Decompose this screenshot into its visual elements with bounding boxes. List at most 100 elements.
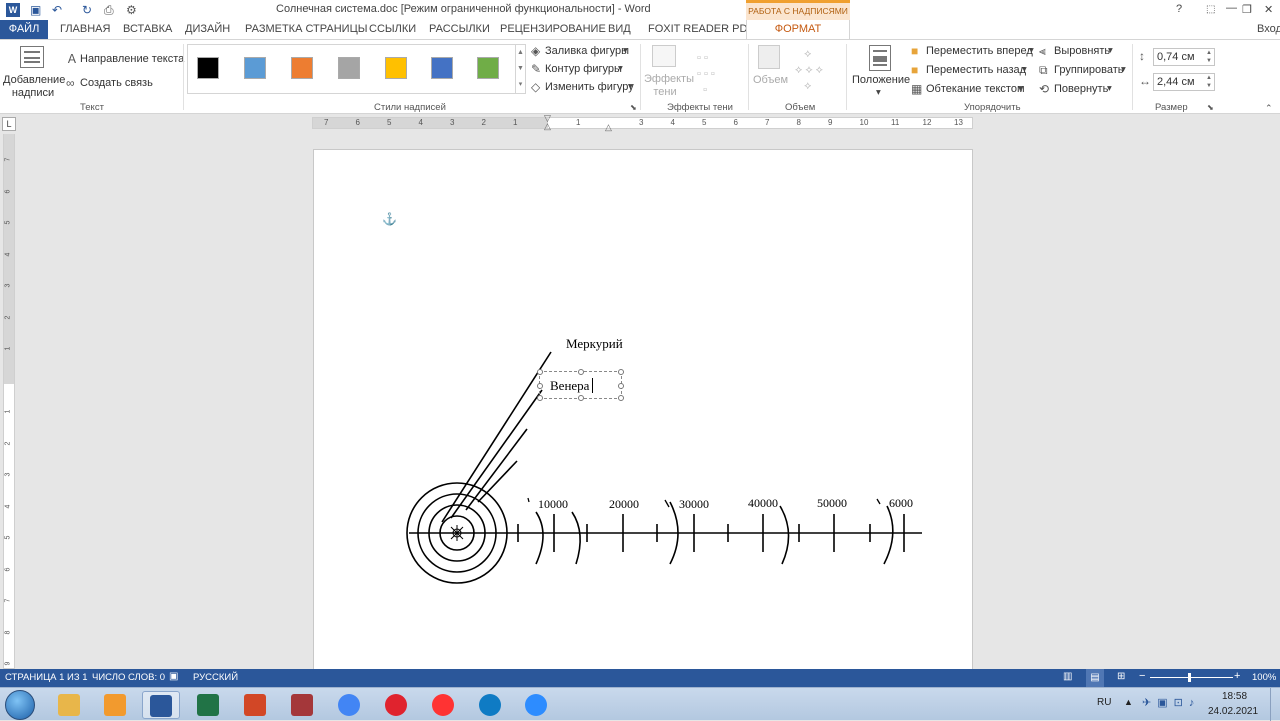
- style-swatch-black[interactable]: [197, 57, 219, 79]
- language-indicator[interactable]: RU: [1097, 697, 1111, 708]
- zoom-slider[interactable]: [1150, 673, 1233, 682]
- tab-foxit[interactable]: FOXIT READER PDF: [648, 20, 754, 39]
- gallery-scroll[interactable]: ▲ ▼ ▾: [515, 45, 525, 93]
- volume-icon[interactable]: [758, 45, 780, 69]
- print-preview-icon[interactable]: ⎙: [104, 4, 114, 16]
- textbox-venus[interactable]: Венера: [537, 369, 624, 401]
- position-icon[interactable]: [869, 45, 891, 71]
- tab-home[interactable]: ГЛАВНАЯ: [60, 20, 110, 39]
- wrap-text-button[interactable]: Обтекание текстом: [926, 83, 1025, 95]
- style-swatch-green[interactable]: [477, 57, 499, 79]
- language[interactable]: РУССКИЙ: [193, 672, 238, 683]
- add-textbox-button[interactable]: Добавление надписи: [3, 74, 65, 100]
- help-icon[interactable]: ?: [1176, 3, 1182, 15]
- proofing-icon[interactable]: ▣: [169, 671, 178, 682]
- tab-mailings[interactable]: РАССЫЛКИ: [429, 20, 490, 39]
- position-button[interactable]: Положение: [852, 74, 910, 86]
- zoom-in-icon[interactable]: +: [1234, 670, 1240, 682]
- resize-handle[interactable]: [537, 395, 543, 401]
- page[interactable]: ⚓ Меркурий Венера 10000 20000 30000 4000…: [313, 149, 973, 679]
- taskbar-chrome-icon[interactable]: [330, 691, 368, 719]
- customize-icon[interactable]: ⚙: [126, 4, 137, 16]
- tab-references[interactable]: ССЫЛКИ: [369, 20, 416, 39]
- ribbon-display-icon[interactable]: ⬚: [1206, 4, 1215, 15]
- resize-handle[interactable]: [618, 369, 624, 375]
- restore-icon[interactable]: ❐: [1242, 3, 1252, 16]
- taskbar-media-player-icon[interactable]: [96, 691, 134, 719]
- save-icon[interactable]: ▣: [30, 4, 41, 16]
- signin-link[interactable]: Вход: [1257, 20, 1280, 39]
- zoom-level[interactable]: 100%: [1252, 672, 1276, 683]
- taskbar-zoom-icon[interactable]: [517, 691, 555, 719]
- add-textbox-icon[interactable]: [20, 46, 44, 68]
- tab-selector-icon[interactable]: L: [2, 117, 16, 131]
- resize-handle[interactable]: [537, 383, 543, 389]
- read-mode-icon[interactable]: ▥: [1063, 671, 1072, 682]
- horizontal-ruler[interactable]: 7 6 5 4 3 2 1 1 3 4 5 6 7 8 9 10 11 12 13: [312, 117, 973, 129]
- shape-fill-button[interactable]: Заливка фигуры: [545, 45, 629, 57]
- shape-outline-button[interactable]: Контур фигуры: [545, 63, 622, 75]
- align-button[interactable]: Выровнять: [1054, 45, 1110, 57]
- tray-expand-icon[interactable]: ▲: [1124, 697, 1133, 707]
- height-input[interactable]: 0,74 см ▲ ▼: [1153, 48, 1215, 66]
- tab-file[interactable]: ФАЙЛ: [0, 20, 48, 39]
- zoom-out-icon[interactable]: −: [1139, 670, 1145, 682]
- style-swatch-blue[interactable]: [244, 57, 266, 79]
- tab-insert[interactable]: ВСТАВКА: [123, 20, 172, 39]
- style-swatch-gray[interactable]: [338, 57, 360, 79]
- style-swatch-orange[interactable]: [291, 57, 313, 79]
- group-button[interactable]: Группировать: [1054, 64, 1124, 76]
- page-count[interactable]: СТРАНИЦА 1 ИЗ 1: [5, 672, 88, 683]
- taskbar-yandex-icon[interactable]: [424, 691, 462, 719]
- word-app-icon[interactable]: W: [6, 3, 20, 17]
- text-direction-button[interactable]: Направление текста: [80, 53, 184, 65]
- resize-handle[interactable]: [618, 395, 624, 401]
- show-desktop-button[interactable]: [1270, 688, 1280, 721]
- resize-handle[interactable]: [578, 369, 584, 375]
- minimize-icon[interactable]: —: [1226, 2, 1237, 14]
- undo-icon[interactable]: ↶: [52, 4, 62, 16]
- taskbar-powerpoint-icon[interactable]: [236, 691, 274, 719]
- indent-marker-icon[interactable]: ▽ △: [544, 114, 551, 131]
- resize-handle[interactable]: [618, 383, 624, 389]
- start-button[interactable]: [5, 690, 35, 720]
- resize-handle[interactable]: [578, 395, 584, 401]
- taskbar-edge-icon[interactable]: [471, 691, 509, 719]
- shadow-effects-icon[interactable]: [652, 45, 676, 67]
- redo-icon[interactable]: ↻: [82, 4, 92, 16]
- tray-icons[interactable]: ✈▣⊡♪: [1142, 696, 1200, 709]
- zoom-slider-thumb[interactable]: [1188, 673, 1191, 682]
- style-swatch-gold[interactable]: [385, 57, 407, 79]
- styles-dialog-launcher-icon[interactable]: ⬊: [630, 102, 637, 114]
- rotate-button[interactable]: Повернуть: [1054, 83, 1108, 95]
- clock-time[interactable]: 18:58: [1222, 691, 1247, 702]
- vertical-ruler[interactable]: 7 6 5 4 3 2 1 1 2 3 4 5 6 7 8 9: [0, 134, 20, 669]
- taskbar-word-icon[interactable]: [142, 691, 180, 719]
- create-link-button[interactable]: Создать связь: [80, 77, 153, 89]
- right-indent-icon[interactable]: △: [605, 122, 612, 133]
- taskbar-opera-icon[interactable]: [377, 691, 415, 719]
- collapse-ribbon-icon[interactable]: ⌃: [1265, 102, 1273, 114]
- clock-date[interactable]: 24.02.2021: [1208, 706, 1258, 717]
- word-count[interactable]: ЧИСЛО СЛОВ: 0: [92, 672, 165, 683]
- web-layout-icon[interactable]: ⊞: [1117, 671, 1125, 682]
- taskbar-explorer-icon[interactable]: [50, 691, 88, 719]
- width-input[interactable]: 2,44 см ▲ ▼: [1153, 73, 1215, 91]
- print-layout-icon[interactable]: ▤: [1086, 669, 1104, 687]
- width-stepper-icon[interactable]: ▲ ▼: [1206, 74, 1212, 90]
- bring-forward-button[interactable]: Переместить вперед: [926, 45, 1033, 57]
- tab-view[interactable]: ВИД: [608, 20, 631, 39]
- tab-design[interactable]: ДИЗАЙН: [185, 20, 230, 39]
- style-swatch-darkblue[interactable]: [431, 57, 453, 79]
- close-icon[interactable]: ✕: [1264, 3, 1273, 16]
- resize-handle[interactable]: [537, 369, 543, 375]
- tab-review[interactable]: РЕЦЕНЗИРОВАНИЕ: [500, 20, 606, 39]
- height-stepper-icon[interactable]: ▲ ▼: [1206, 49, 1212, 65]
- size-dialog-launcher-icon[interactable]: ⬊: [1207, 102, 1214, 114]
- change-shape-button[interactable]: Изменить фигуру: [545, 81, 634, 93]
- tab-layout[interactable]: РАЗМЕТКА СТРАНИЦЫ: [245, 20, 367, 39]
- shadow-effects-button[interactable]: Эффекты тени: [644, 73, 694, 99]
- taskbar-excel-icon[interactable]: [189, 691, 227, 719]
- tab-format[interactable]: ФОРМАТ: [746, 20, 850, 39]
- volume-button[interactable]: Объем: [753, 74, 788, 86]
